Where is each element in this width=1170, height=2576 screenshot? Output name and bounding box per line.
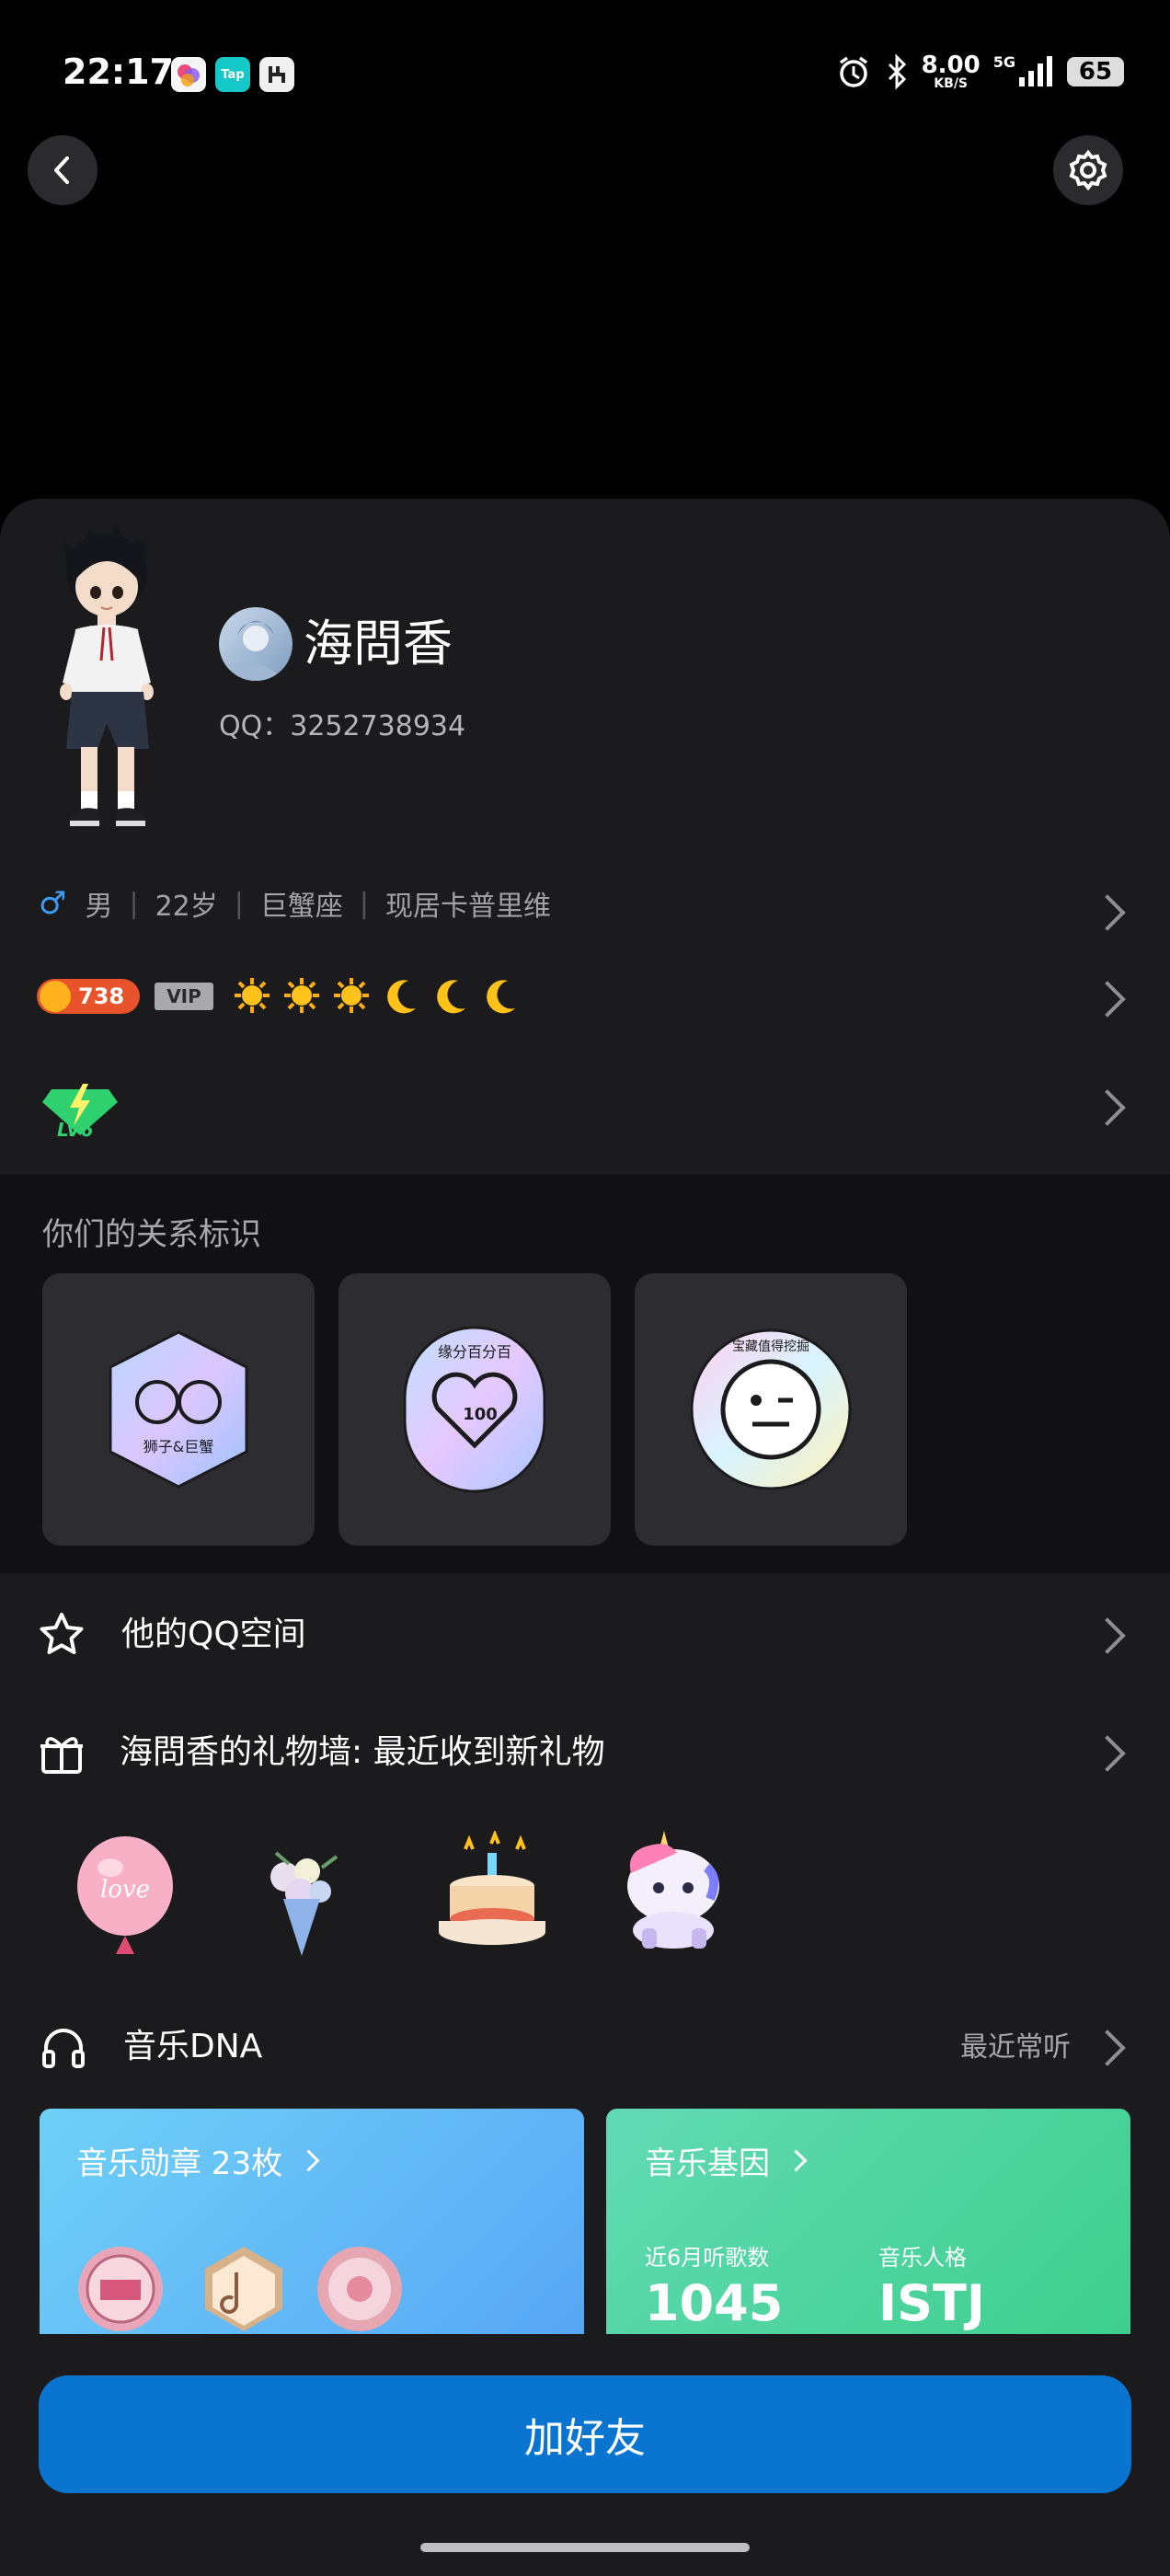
bluetooth-icon	[888, 53, 906, 90]
coin-icon	[40, 981, 71, 1012]
gift-unicorn[interactable]	[618, 1827, 730, 1960]
gift-wall-link[interactable]: 海問香的礼物墙: 最近收到新礼物	[120, 1728, 605, 1777]
relationship-title: 你们的关系标识	[42, 1216, 261, 1253]
alarm-icon	[839, 56, 867, 87]
music-gene-card[interactable]: 音乐基因 近6月听歌数 1045 音乐人格 ISTJ	[606, 2109, 1130, 2334]
gear-icon	[1069, 149, 1107, 191]
home-indicator[interactable]	[420, 2543, 750, 2552]
chevron-right-icon	[297, 2149, 320, 2172]
app-icon	[259, 57, 294, 92]
listen-count-label: 近6月听歌数	[645, 2245, 770, 2271]
qq-number: QQ：3252738934	[219, 710, 466, 742]
svg-text:love: love	[100, 1876, 150, 1903]
signal-icon: 5G	[993, 53, 1054, 90]
zodiac-badge-icon: 狮子&巨蟹	[109, 1330, 248, 1489]
info-zodiac: 巨蟹座	[259, 891, 343, 923]
sun-icon	[235, 978, 270, 1013]
persona-value: ISTJ	[878, 2274, 985, 2332]
headphones-icon	[39, 2022, 88, 2076]
divider: |	[359, 887, 369, 920]
moon-icon	[437, 980, 465, 1014]
net-speed: 8.00 KB/S	[921, 52, 981, 91]
level-badge[interactable]: LV6	[42, 1076, 118, 1143]
relationship-badge-zodiac[interactable]: 狮子&巨蟹	[42, 1273, 315, 1546]
gift-icon	[37, 1728, 86, 1781]
settings-button[interactable]	[1053, 135, 1123, 205]
sun-icon	[334, 978, 369, 1013]
gift-balloon[interactable]: love	[72, 1834, 178, 1967]
status-time: 22:17	[63, 52, 174, 92]
sun-icon	[284, 978, 319, 1013]
chevron-right-icon	[785, 2149, 808, 2172]
recent-listen-link[interactable]: 最近常听	[960, 2028, 1071, 2068]
music-medal-icon	[205, 2247, 282, 2331]
music-medal-icon	[317, 2247, 402, 2331]
status-right: 8.00 KB/S 5G 65	[835, 52, 1124, 92]
info-gender: 男	[85, 891, 113, 923]
qzone-link[interactable]: 他的QQ空间	[121, 1610, 306, 1660]
relationship-badge-treasure[interactable]: 宝藏值得挖掘	[635, 1273, 907, 1546]
male-icon: ♂	[39, 885, 67, 922]
back-button[interactable]	[28, 135, 98, 205]
music-medal-icon	[78, 2247, 163, 2331]
music-medal-card[interactable]: 音乐勋章 23枚	[40, 2109, 584, 2334]
divider: |	[129, 887, 139, 920]
divider: |	[234, 887, 244, 920]
svg-text:宝藏值得挖掘: 宝藏值得挖掘	[732, 1339, 809, 1354]
medal-title: 音乐勋章 23枚	[76, 2138, 320, 2183]
profile-name: 海問香	[304, 615, 453, 673]
battery-icon: 65	[1067, 57, 1124, 86]
taptap-icon: Tap	[215, 57, 250, 92]
svg-text:缘分百分百: 缘分百分百	[438, 1343, 511, 1361]
info-row[interactable]: ♂ 男 | 22岁 | 巨蟹座 | 现居卡普里维	[39, 883, 551, 924]
back-arrow-icon	[54, 156, 69, 184]
add-friend-button[interactable]: 加好友	[39, 2375, 1131, 2493]
heart-100-badge-icon: 缘分百分百 100	[403, 1326, 546, 1493]
moon-icon	[487, 980, 515, 1014]
avatar-photo[interactable]	[219, 607, 292, 681]
moon-icon	[387, 980, 416, 1014]
avatar-figure[interactable]	[44, 515, 182, 846]
qq-level-icons[interactable]	[232, 975, 521, 1016]
info-location: 现居卡普里维	[385, 891, 551, 923]
app-notification-icon	[171, 57, 206, 92]
persona-label: 音乐人格	[878, 2245, 967, 2271]
gift-bouquet[interactable]	[248, 1840, 350, 1963]
svg-text:100: 100	[463, 1405, 498, 1424]
coin-badge[interactable]: 738	[37, 979, 140, 1014]
listen-count-value: 1045	[645, 2274, 784, 2332]
music-dna-title: 音乐DNA	[123, 2028, 263, 2065]
relationship-badge-fate[interactable]: 缘分百分百 100	[338, 1273, 611, 1546]
gift-cake[interactable]	[432, 1829, 552, 1963]
smile-badge-icon: 宝藏值得挖掘	[690, 1328, 852, 1490]
svg-text:狮子&巨蟹: 狮子&巨蟹	[143, 1438, 213, 1455]
vip-badge[interactable]: VIP	[155, 983, 213, 1010]
star-icon	[37, 1610, 86, 1663]
gene-title: 音乐基因	[645, 2138, 808, 2183]
info-age: 22岁	[155, 891, 218, 923]
